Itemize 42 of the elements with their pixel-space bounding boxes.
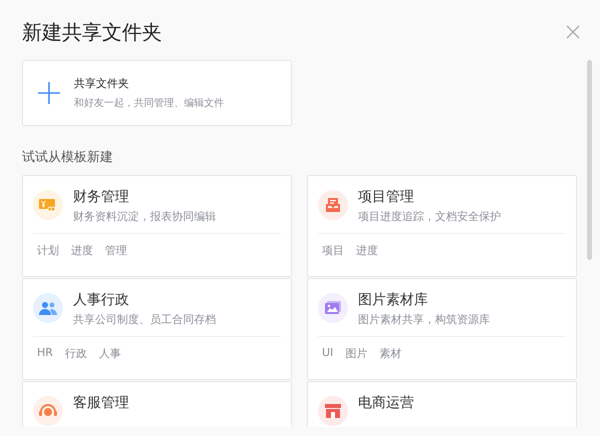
template-description: 项目进度追踪，文档安全保护	[358, 209, 501, 224]
scrollbar[interactable]	[587, 60, 592, 260]
template-card[interactable]: 财务管理 财务资料沉淀，报表协同编辑 计划 进度 管理	[22, 175, 292, 277]
template-tag: 素材	[379, 346, 402, 361]
headset-icon	[39, 403, 57, 419]
template-tag: UI	[322, 346, 334, 361]
template-card[interactable]: 客服管理	[22, 381, 292, 427]
template-tag: HR	[37, 346, 53, 361]
template-description: 图片素材共享，构筑资源库	[358, 312, 490, 327]
template-card[interactable]: 项目管理 项目进度追踪，文档安全保护 项目 进度	[307, 175, 577, 277]
template-tag: 计划	[37, 243, 59, 258]
storefront-icon	[325, 404, 341, 418]
template-card[interactable]: 图片素材库 图片素材共享，构筑资源库 UI 图片 素材	[307, 278, 577, 380]
card-description: 和好友一起，共同管理、编辑文件	[74, 96, 224, 110]
template-tag: 进度	[356, 243, 378, 258]
section-heading: 试试从模板新建	[22, 149, 114, 166]
template-description: 共享公司制度、员工合同存档	[73, 312, 216, 327]
yen-card-icon	[39, 198, 57, 212]
close-button[interactable]	[566, 25, 580, 39]
people-icon	[39, 301, 57, 315]
template-title: 项目管理	[358, 188, 415, 206]
plus-icon	[38, 82, 60, 104]
picture-icon	[325, 301, 341, 315]
template-tag: 进度	[71, 243, 93, 258]
template-tag: 人事	[98, 346, 121, 361]
template-title: 电商运营	[358, 394, 414, 412]
template-card[interactable]: 人事行政 共享公司制度、员工合同存档 HR 行政 人事	[22, 278, 292, 380]
close-icon	[566, 25, 580, 39]
template-card[interactable]: 电商运营	[307, 381, 577, 427]
template-tag: 管理	[105, 243, 127, 258]
template-title: 客服管理	[73, 394, 129, 412]
shared-folder-card[interactable]: 共享文件夹 和好友一起，共同管理、编辑文件	[22, 60, 292, 126]
card-title: 共享文件夹	[74, 76, 130, 91]
template-tag: 项目	[322, 243, 344, 258]
template-title: 财务管理	[73, 188, 130, 206]
template-tag: 行政	[64, 346, 87, 361]
dialog-title: 新建共享文件夹	[22, 18, 162, 46]
template-tag: 图片	[345, 346, 368, 361]
template-title: 人事行政	[73, 291, 130, 309]
tray-icon	[326, 198, 340, 212]
template-title: 图片素材库	[358, 291, 429, 309]
template-description: 财务资料沉淀，报表协同编辑	[73, 209, 216, 224]
